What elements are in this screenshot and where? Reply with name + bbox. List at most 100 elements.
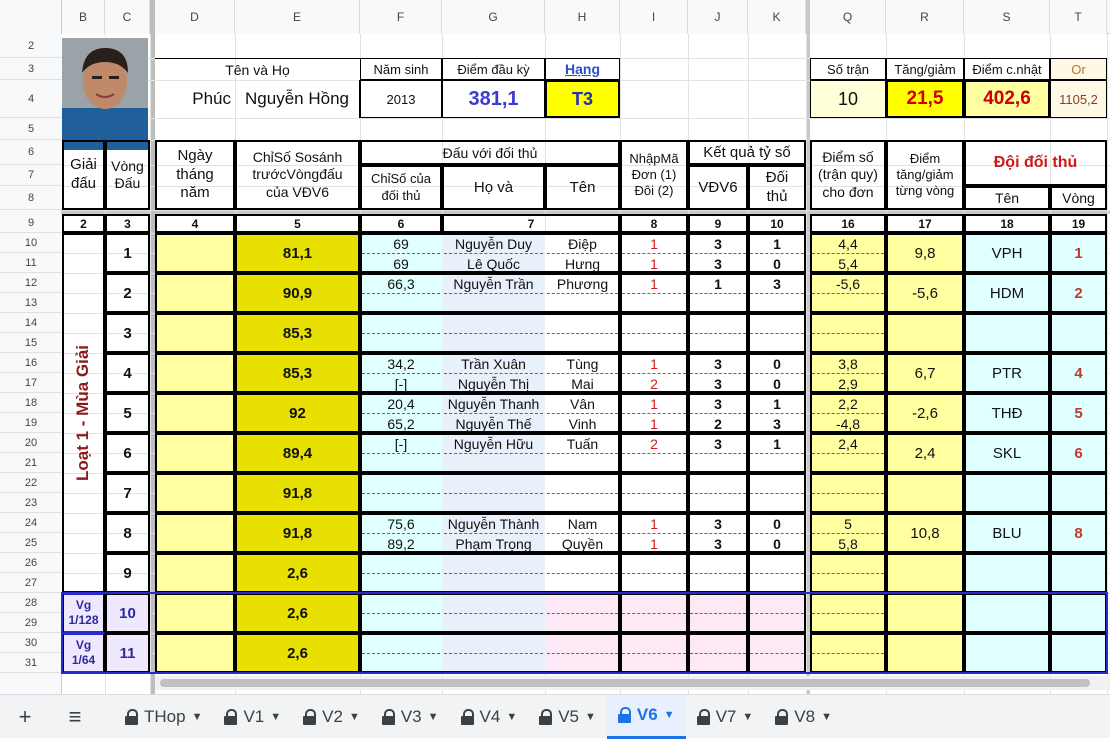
date-cell-5[interactable]	[155, 393, 235, 433]
column-header-Q[interactable]: Q	[810, 0, 886, 34]
opponent-lastname[interactable]: Nguyễn Trần	[442, 274, 545, 294]
match-points[interactable]: -5,6	[810, 274, 886, 294]
team-11[interactable]	[964, 633, 1050, 673]
score-self[interactable]: 3	[688, 254, 748, 274]
row-header-10[interactable]: 10	[0, 233, 62, 253]
date-cell-10[interactable]	[155, 593, 235, 633]
opponent-firstname[interactable]: Vân	[545, 394, 620, 414]
column-header-C[interactable]: C	[105, 0, 150, 34]
opponent-lastname[interactable]: Lê Quốc	[442, 254, 545, 274]
chevron-down-icon[interactable]: ▼	[506, 711, 517, 723]
compare-index-6[interactable]: 89,4	[235, 433, 360, 473]
team-1[interactable]: VPH	[964, 233, 1050, 273]
team-9[interactable]	[964, 553, 1050, 593]
score-self[interactable]: 3	[688, 234, 748, 254]
match-code[interactable]: 1	[620, 354, 688, 374]
compare-index-3[interactable]: 85,3	[235, 313, 360, 353]
score-opponent[interactable]: 0	[748, 354, 806, 374]
score-opponent[interactable]: 1	[748, 234, 806, 254]
column-header-I[interactable]: I	[620, 0, 688, 34]
chevron-down-icon[interactable]: ▼	[742, 711, 753, 723]
compare-index-5[interactable]: 92	[235, 393, 360, 433]
date-cell-11[interactable]	[155, 633, 235, 673]
opponent-index[interactable]: 20,4	[360, 394, 442, 414]
change-10[interactable]	[886, 593, 964, 633]
add-sheet-button[interactable]: +	[0, 695, 50, 739]
row-header-27[interactable]: 27	[0, 573, 62, 593]
scrollbar-thumb[interactable]	[160, 679, 1090, 687]
score-self[interactable]: 3	[688, 534, 748, 554]
opponent-firstname[interactable]: Hưng	[545, 254, 620, 274]
score-opponent[interactable]: 0	[748, 254, 806, 274]
opponent-index[interactable]: 34,2	[360, 354, 442, 374]
team-round-8[interactable]: 8	[1050, 513, 1107, 553]
sheet-tab-v6[interactable]: V6 ▼	[606, 694, 686, 739]
sheet-tab-v5[interactable]: V5 ▼	[528, 695, 607, 739]
team-round-3[interactable]	[1050, 313, 1107, 353]
sheet-tab-thop[interactable]: THop ▼	[114, 695, 213, 739]
score-opponent[interactable]: 1	[748, 434, 806, 454]
row-header-6[interactable]: 6	[0, 140, 62, 165]
date-cell-3[interactable]	[155, 313, 235, 353]
score-opponent[interactable]: 1	[748, 394, 806, 414]
row-header-20[interactable]: 20	[0, 433, 62, 453]
opponent-firstname[interactable]: Mai	[545, 374, 620, 394]
team-8[interactable]: BLU	[964, 513, 1050, 553]
row-header-9[interactable]: 9	[0, 214, 62, 233]
team-round-1[interactable]: 1	[1050, 233, 1107, 273]
sheet-tab-v2[interactable]: V2 ▼	[292, 695, 371, 739]
opponent-lastname[interactable]: Nguyễn Thanh	[442, 394, 545, 414]
opponent-firstname[interactable]: Nam	[545, 514, 620, 534]
row-header-31[interactable]: 31	[0, 653, 62, 673]
match-points[interactable]: 2,4	[810, 434, 886, 454]
row-header-14[interactable]: 14	[0, 313, 62, 333]
team-4[interactable]: PTR	[964, 353, 1050, 393]
row-header-11[interactable]: 11	[0, 253, 62, 273]
score-opponent[interactable]: 0	[748, 374, 806, 394]
row-header-25[interactable]: 25	[0, 533, 62, 553]
opponent-lastname[interactable]: Nguyễn Duy	[442, 234, 545, 254]
column-header-G[interactable]: G	[442, 0, 545, 34]
date-cell-1[interactable]	[155, 233, 235, 273]
chevron-down-icon[interactable]: ▼	[585, 711, 596, 723]
row-header-29[interactable]: 29	[0, 613, 62, 633]
change-7[interactable]	[886, 473, 964, 513]
spreadsheet-grid[interactable]: B C D E F G H I J K Q R S T 2 3 4 5 6 7 8 9 10 11 12 13 14 15 16 17 18…	[0, 0, 1110, 694]
change-4[interactable]: 6,7	[886, 353, 964, 393]
opponent-lastname[interactable]: Nguyễn Thế	[442, 414, 545, 434]
opponent-index[interactable]: 69	[360, 254, 442, 274]
match-points[interactable]: 2,2	[810, 394, 886, 414]
row-header-16[interactable]: 16	[0, 353, 62, 373]
score-self[interactable]: 1	[688, 274, 748, 294]
column-header-H[interactable]: H	[545, 0, 620, 34]
score-self[interactable]: 3	[688, 354, 748, 374]
row-header-28[interactable]: 28	[0, 593, 62, 613]
score-opponent[interactable]: 0	[748, 514, 806, 534]
opponent-index[interactable]: 66,3	[360, 274, 442, 294]
chevron-down-icon[interactable]: ▼	[192, 711, 203, 723]
change-9[interactable]	[886, 553, 964, 593]
column-header-S[interactable]: S	[964, 0, 1050, 34]
date-cell-7[interactable]	[155, 473, 235, 513]
opponent-firstname[interactable]: Phương	[545, 274, 620, 294]
row-header-21[interactable]: 21	[0, 453, 62, 473]
change-3[interactable]	[886, 313, 964, 353]
column-header-D[interactable]: D	[155, 0, 235, 34]
compare-index-9[interactable]: 2,6	[235, 553, 360, 593]
score-self[interactable]: 3	[688, 394, 748, 414]
match-points[interactable]: 5,8	[810, 534, 886, 554]
row-header-3[interactable]: 3	[0, 58, 62, 80]
change-11[interactable]	[886, 633, 964, 673]
match-code[interactable]: 1	[620, 414, 688, 434]
row-header-15[interactable]: 15	[0, 333, 62, 353]
match-code[interactable]: 2	[620, 374, 688, 394]
compare-index-8[interactable]: 91,8	[235, 513, 360, 553]
score-self[interactable]: 2	[688, 414, 748, 434]
opponent-firstname[interactable]: Tuấn	[545, 434, 620, 454]
chevron-down-icon[interactable]: ▼	[270, 711, 281, 723]
team-7[interactable]	[964, 473, 1050, 513]
compare-index-10[interactable]: 2,6	[235, 593, 360, 633]
date-cell-4[interactable]	[155, 353, 235, 393]
match-code[interactable]: 1	[620, 234, 688, 254]
chevron-down-icon[interactable]: ▼	[349, 711, 360, 723]
